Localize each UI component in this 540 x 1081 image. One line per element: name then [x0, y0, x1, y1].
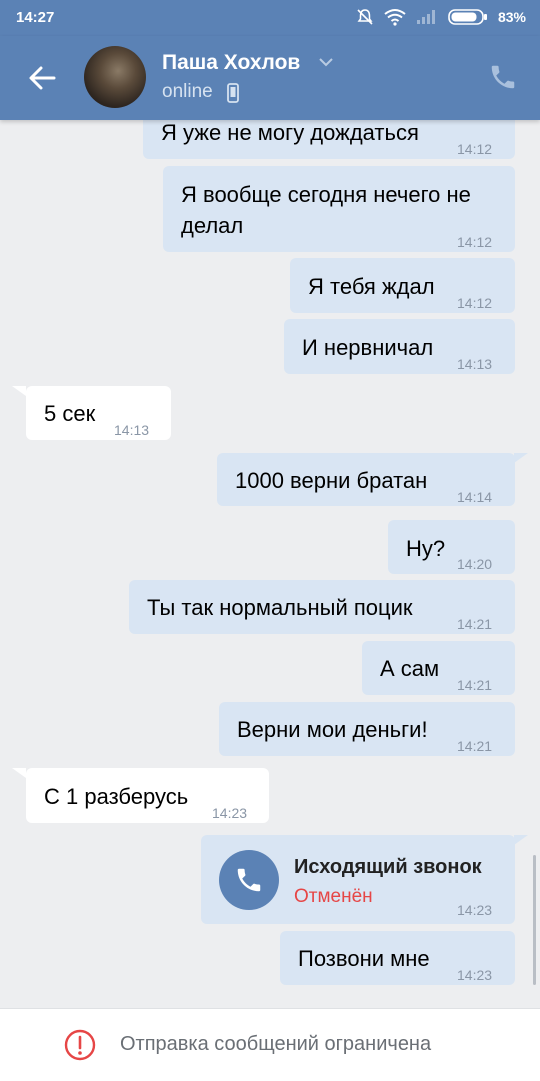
- exclamation-circle-icon: [64, 1029, 96, 1061]
- messaging-restricted-bar: Отправка сообщений ограничена: [0, 1008, 540, 1081]
- message-time: 14:13: [114, 422, 150, 438]
- outgoing-message[interactable]: Позвони мне 14:23: [280, 931, 515, 985]
- message-text: А сам: [380, 656, 440, 681]
- mute-bell-icon: [357, 9, 373, 25]
- message-time: 14:21: [457, 738, 493, 754]
- message-time: 14:12: [457, 295, 493, 311]
- message-text: Позвони мне: [298, 946, 430, 971]
- message-text: С 1 разберусь: [44, 784, 189, 809]
- outgoing-call-message[interactable]: Исходящий звонок Отменён 14:23: [201, 835, 515, 924]
- incoming-bubble-tail: [12, 768, 26, 778]
- contact-name[interactable]: Паша Хохлов: [162, 51, 300, 75]
- restricted-text: Отправка сообщений ограничена: [120, 1033, 432, 1055]
- scrollbar[interactable]: [533, 855, 536, 985]
- message-text: Я вообще сегодня нечего не: [181, 182, 471, 207]
- incoming-message[interactable]: С 1 разберусь 14:23: [26, 768, 269, 823]
- back-arrow-icon[interactable]: [22, 58, 62, 98]
- outgoing-message[interactable]: Ну? 14:20: [388, 520, 515, 574]
- outgoing-message[interactable]: А сам 14:21: [362, 641, 515, 695]
- phone-call-icon[interactable]: [488, 62, 518, 92]
- message-time: 14:20: [457, 556, 493, 572]
- message-text: 5 сек: [44, 401, 96, 426]
- outgoing-message[interactable]: Верни мои деньги! 14:21: [219, 702, 515, 756]
- call-circle[interactable]: [219, 850, 279, 910]
- online-status: online: [162, 81, 213, 102]
- outgoing-message[interactable]: Я тебя ждал 14:12: [290, 258, 515, 313]
- message-time: 14:23: [457, 967, 493, 983]
- message-text: Ты так нормальный поцик: [147, 595, 413, 620]
- status-bar: 14:27 83%: [0, 0, 540, 36]
- signal-icon: [416, 10, 435, 24]
- message-text: Ну?: [406, 536, 446, 561]
- message-text-line2: делал: [181, 213, 244, 238]
- chat-header: Паша Хохлов online: [0, 36, 540, 120]
- message-text: Верни мои деньги!: [237, 717, 428, 742]
- outgoing-message[interactable]: Я вообще сегодня нечего не делал 14:12: [163, 166, 515, 252]
- phone-icon: [237, 868, 261, 892]
- outgoing-message[interactable]: 1000 верни братан 14:14: [217, 453, 515, 506]
- call-status: Отменён: [294, 886, 373, 907]
- message-time: 14:21: [457, 616, 493, 632]
- message-time: 14:13: [457, 356, 493, 372]
- wifi-icon: [384, 9, 406, 26]
- outgoing-bubble-tail: [514, 835, 528, 845]
- message-text: Я тебя ждал: [308, 274, 435, 299]
- incoming-message[interactable]: 5 сек 14:13: [26, 386, 171, 440]
- message-time: 14:12: [457, 234, 493, 250]
- outgoing-message[interactable]: Ты так нормальный поцик 14:21: [129, 580, 515, 634]
- outgoing-bubble-tail: [514, 453, 528, 463]
- battery-percentage: 83%: [497, 9, 526, 25]
- call-title: Исходящий звонок: [294, 856, 482, 878]
- message-time: 14:21: [457, 677, 493, 693]
- status-time: 14:27: [16, 9, 55, 26]
- message-time: 14:12: [457, 141, 493, 157]
- battery-icon: [448, 9, 487, 25]
- chevron-down-icon[interactable]: [318, 56, 334, 68]
- message-text: 1000 верни братан: [235, 468, 428, 493]
- message-text: И нервничал: [302, 335, 434, 360]
- message-time: 14:23: [457, 902, 493, 918]
- message-text: Я уже не могу дождаться: [161, 120, 419, 145]
- mobile-phone-icon: [227, 83, 239, 103]
- outgoing-message[interactable]: И нервничал 14:13: [284, 319, 515, 374]
- message-time: 14:23: [212, 805, 248, 821]
- message-time: 14:14: [457, 489, 493, 505]
- avatar[interactable]: [84, 46, 146, 108]
- incoming-bubble-tail: [12, 386, 26, 396]
